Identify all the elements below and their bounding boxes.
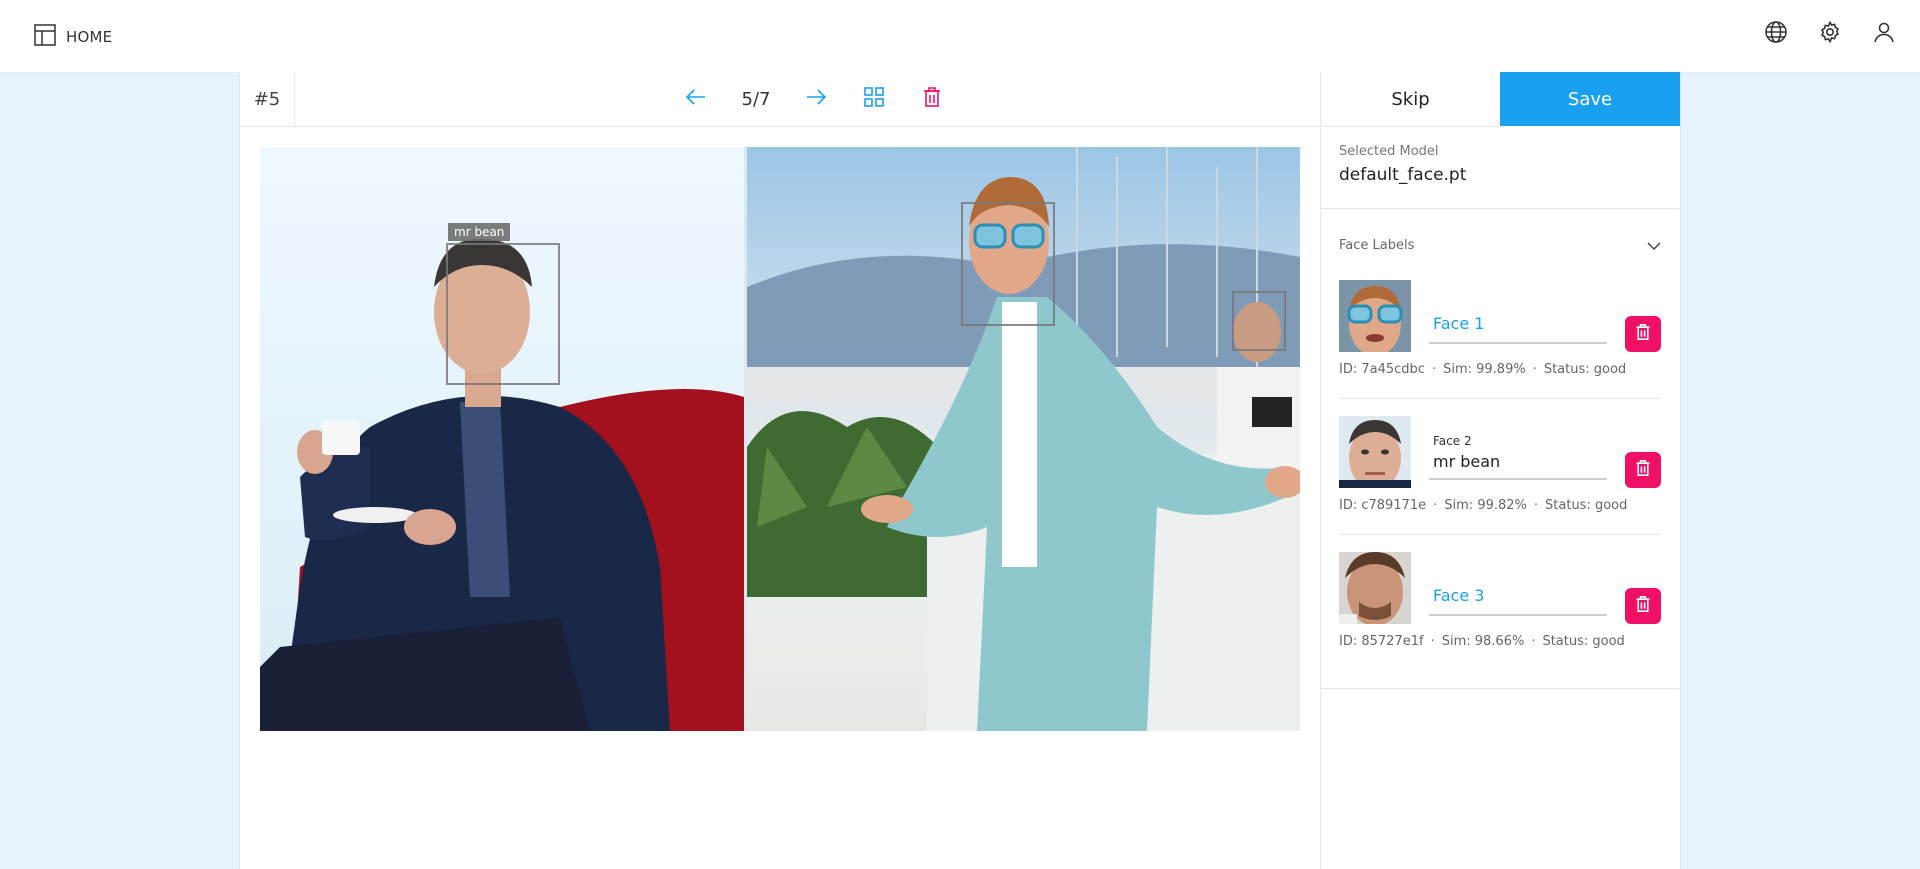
face-sim: Sim: 99.89% [1443,362,1526,377]
face-name-value: mr bean [1433,452,1501,471]
home-layout-icon [34,24,56,50]
face-box-mr-bean[interactable]: mr bean [446,223,560,385]
face-id: ID: 85727e1f [1339,634,1424,649]
trash-icon [1635,595,1651,617]
face-id: ID: 7a45cdbc [1339,362,1425,377]
editor-panel: #5 5/7 mr bean Skip Save Selected Model … [239,72,1681,869]
face-meta: ID: c789171e · Sim: 99.82% · Status: good [1339,498,1628,513]
grid-view-button[interactable] [854,79,894,119]
face-name-input[interactable]: Face 1 [1429,296,1607,344]
face-status: Status: good [1545,498,1628,513]
gear-icon[interactable] [1816,18,1844,46]
face-name-input[interactable]: Face 2 mr bean [1429,432,1607,480]
home-label: HOME [66,28,113,46]
arrow-right-icon [805,86,827,112]
face-name-input[interactable]: Face 3 [1429,568,1607,616]
trash-icon [1635,323,1651,345]
face-label-item: Face 3 ID: 85727e1f · Sim: 98.66% · Status: … [1339,552,1662,688]
user-icon[interactable] [1870,18,1898,46]
delete-face-button[interactable] [1625,316,1661,352]
face-name-placeholder: Face 3 [1433,586,1485,605]
face-meta: ID: 7a45cdbc · Sim: 99.89% · Status: good [1339,362,1627,377]
face-id: ID: c789171e [1339,498,1427,513]
grid-icon [863,86,885,112]
trash-icon [1635,459,1651,481]
delete-face-button[interactable] [1625,452,1661,488]
face-labels-title: Face Labels [1339,238,1415,253]
face-thumbnail [1339,280,1411,352]
selected-model: Selected Model default_face.pt [1339,144,1466,185]
face-sim: Sim: 98.66% [1441,634,1525,649]
face-name-placeholder: Face 1 [1433,314,1485,333]
side-panel: Skip Save Selected Model default_face.pt… [1320,72,1680,869]
face-box-2[interactable] [961,202,1055,326]
image-index: #5 [240,72,295,126]
previous-button[interactable] [676,79,716,119]
face-label-item: Face 2 mr bean ID: c789171e · Sim: 99.82% ·… [1339,416,1662,552]
face-labels-header[interactable]: Face Labels [1339,236,1662,255]
delete-image-button[interactable] [912,79,952,119]
face-name-floating-label: Face 2 [1433,434,1472,448]
face-label-item: Face 1 ID: 7a45cdbc · Sim: 99.89% · Status: … [1339,280,1662,416]
arrow-left-icon [685,86,707,112]
save-button[interactable]: Save [1500,72,1680,126]
home-link[interactable]: HOME [34,24,112,50]
trash-icon [922,86,942,112]
image-canvas[interactable]: mr bean [260,147,1300,731]
globe-icon[interactable] [1762,18,1790,46]
face-box-label: mr bean [448,223,511,241]
face-thumbnail [1339,416,1411,488]
skip-button[interactable]: Skip [1321,72,1500,127]
next-button[interactable] [796,79,836,119]
face-sim: Sim: 99.82% [1444,498,1527,513]
face-meta: ID: 85727e1f · Sim: 98.66% · Status: good [1339,634,1625,649]
face-box-3[interactable] [1232,291,1286,351]
face-thumbnail [1339,552,1411,624]
top-bar: HOME [0,0,1920,73]
selected-model-label: Selected Model [1339,144,1439,159]
delete-face-button[interactable] [1625,588,1661,624]
face-status: Status: good [1542,634,1625,649]
chevron-down-icon [1646,236,1662,255]
face-status: Status: good [1543,362,1627,377]
selected-model-value: default_face.pt [1339,165,1467,185]
page-counter: 5/7 [741,88,771,110]
image-toolbar: #5 5/7 [240,72,1320,127]
